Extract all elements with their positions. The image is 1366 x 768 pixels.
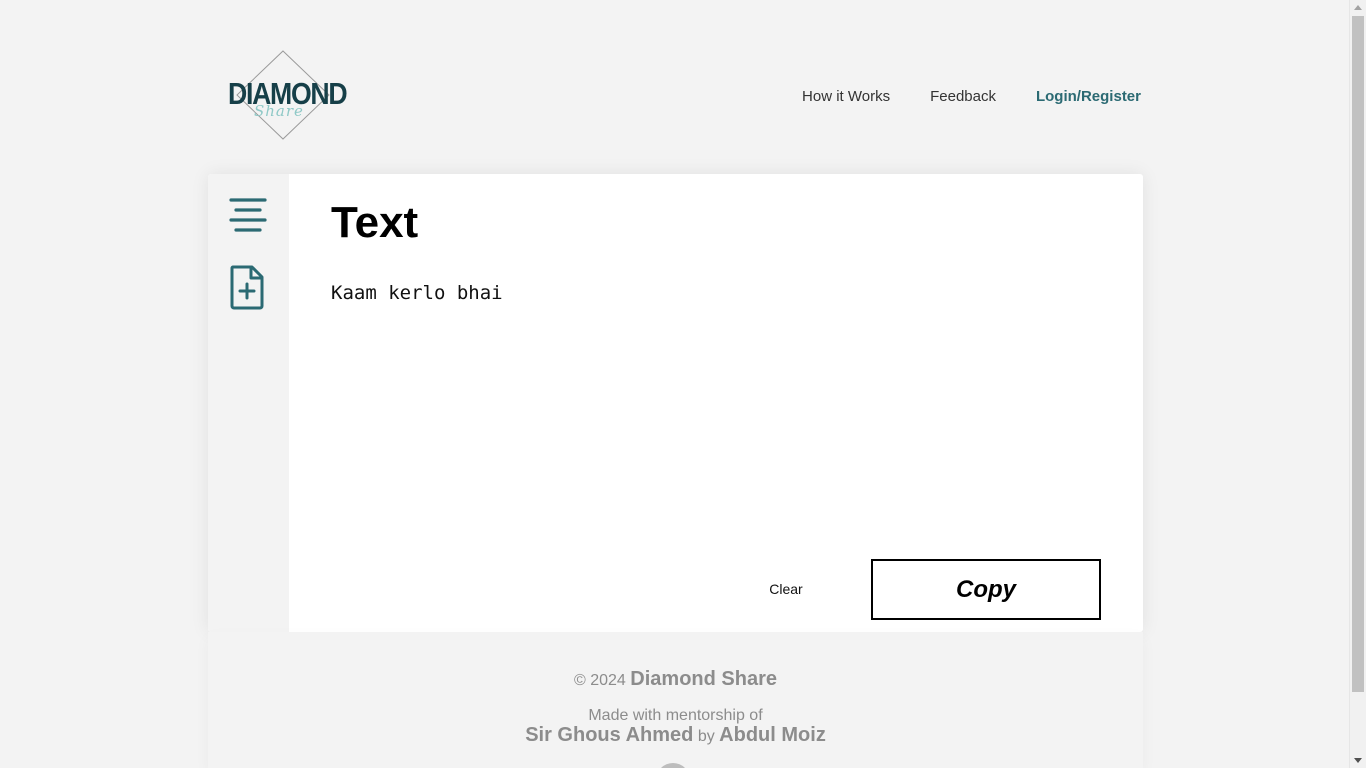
copyright: © 2024 Diamond Share bbox=[208, 668, 1143, 691]
made-with-text: Made with mentorship of bbox=[588, 707, 763, 724]
file-add-icon bbox=[230, 265, 264, 310]
scroll-thumb[interactable] bbox=[1352, 16, 1364, 692]
editor-main: Text Kaam kerlo bhai Clear Copy bbox=[289, 174, 1143, 632]
clear-button[interactable]: Clear bbox=[751, 578, 821, 600]
author-name: Abdul Moiz bbox=[719, 724, 826, 746]
nav-login[interactable]: Login bbox=[1036, 88, 1077, 105]
sidebar bbox=[208, 174, 289, 632]
nav-how-it-works[interactable]: How it Works bbox=[802, 88, 890, 105]
editor-title: Text bbox=[331, 198, 419, 247]
editor-card: Text Kaam kerlo bhai Clear Copy bbox=[208, 174, 1143, 632]
scroll-up-arrow-icon[interactable] bbox=[1354, 5, 1362, 10]
nav-register[interactable]: Register bbox=[1081, 88, 1141, 105]
text-input[interactable]: Kaam kerlo bhai bbox=[331, 282, 1101, 542]
scroll-down-arrow-icon[interactable] bbox=[1354, 758, 1362, 763]
copy-button[interactable]: Copy bbox=[871, 559, 1101, 620]
by-text: by bbox=[697, 728, 715, 745]
copyright-year: © 2024 bbox=[574, 672, 626, 689]
text-mode-button[interactable] bbox=[228, 196, 268, 239]
text-align-icon bbox=[229, 198, 267, 232]
credits: Sir Ghous Ahmed by Abdul Moiz bbox=[208, 724, 1143, 747]
logo[interactable]: DIAMOND Share bbox=[228, 50, 348, 140]
footer-avatar bbox=[656, 763, 690, 768]
footer-brand: Diamond Share bbox=[630, 668, 777, 690]
file-mode-button[interactable] bbox=[229, 264, 265, 315]
nav-login-register: Login/Register bbox=[1036, 88, 1141, 105]
footer: © 2024 Diamond Share Made with mentorshi… bbox=[208, 632, 1143, 768]
page: DIAMOND Share How it Works Feedback Logi… bbox=[0, 0, 1366, 768]
header: DIAMOND Share How it Works Feedback Logi… bbox=[208, 40, 1143, 150]
logo-script: Share bbox=[254, 102, 304, 120]
top-nav: How it Works Feedback Login/Register bbox=[802, 88, 1141, 105]
nav-feedback[interactable]: Feedback bbox=[930, 88, 996, 105]
mentor-name: Sir Ghous Ahmed bbox=[525, 724, 694, 746]
scrollbar[interactable] bbox=[1349, 0, 1366, 768]
